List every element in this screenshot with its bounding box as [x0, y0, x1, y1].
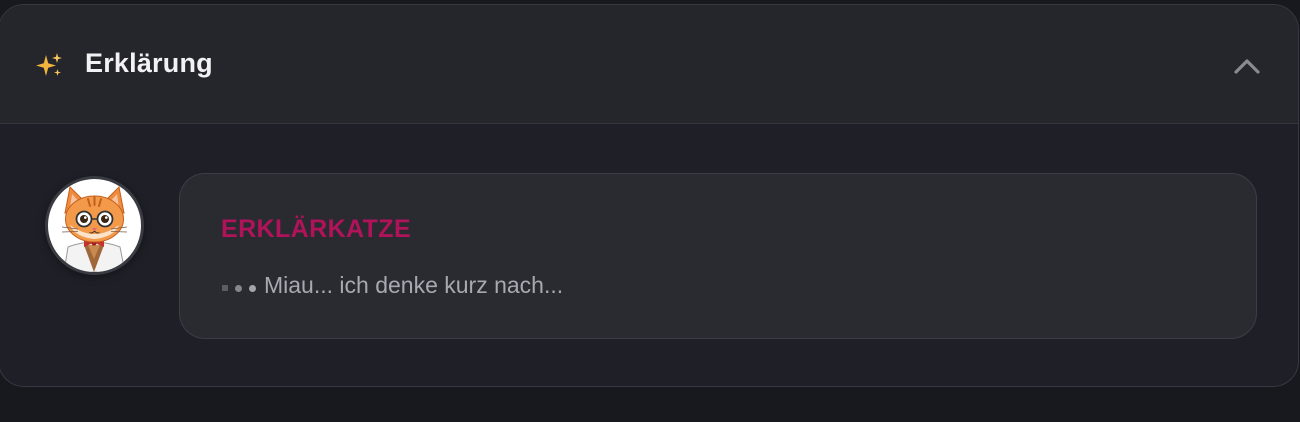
collapse-toggle-button[interactable] — [1230, 49, 1264, 83]
chat-message-bubble: ERKLÄRKATZE Miau... ich denke kurz nach.… — [179, 173, 1257, 339]
thinking-text: Miau... ich denke kurz nach... — [264, 272, 564, 298]
cat-scientist-avatar — [45, 176, 144, 275]
typing-dots-indicator — [222, 284, 256, 292]
explanation-panel: Erklärung ERKLÄRKATZE Miau... ich denke … — [0, 4, 1299, 387]
sparkles-icon — [35, 51, 65, 81]
panel-title: Erklärung — [85, 48, 213, 78]
speaker-name: ERKLÄRKATZE — [221, 215, 412, 243]
panel-header[interactable]: Erklärung — [0, 5, 1298, 124]
chevron-up-icon — [1234, 59, 1260, 74]
thinking-status: Miau... ich denke kurz nach... — [222, 270, 563, 300]
